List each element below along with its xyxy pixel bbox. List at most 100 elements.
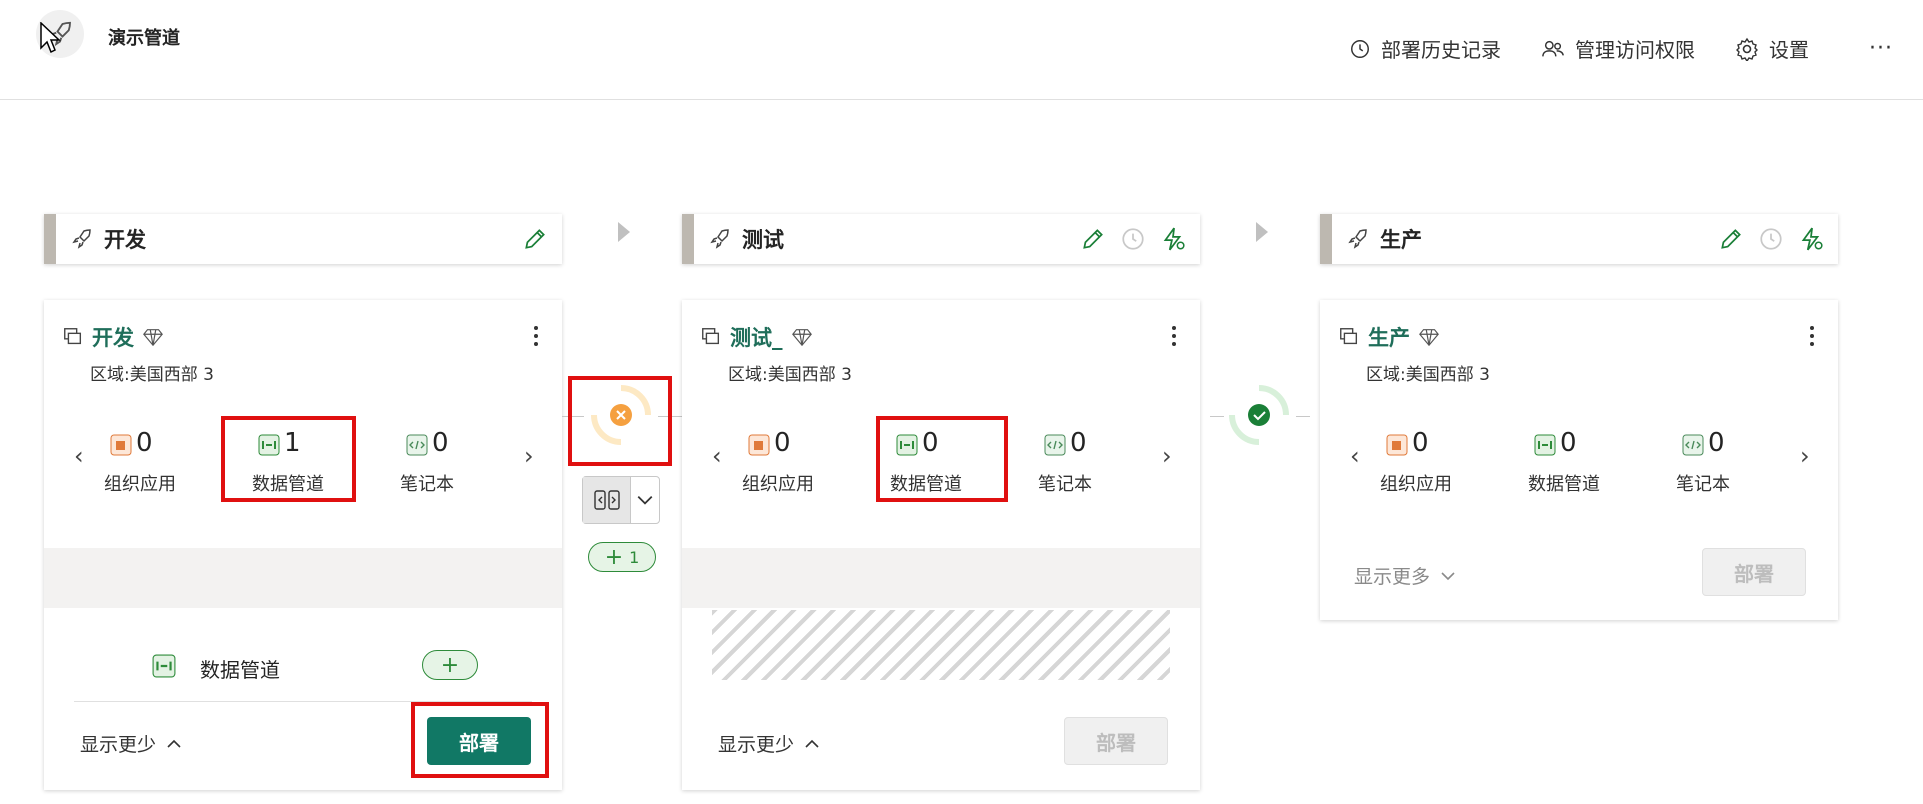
workspace-name-link[interactable]: 测试_ (730, 322, 783, 352)
data-pipeline-icon (1534, 434, 1556, 456)
chevron-up-icon (167, 739, 181, 748)
chevron-left-icon[interactable]: ‹ (712, 442, 722, 470)
deploy-status-success-icon (1229, 385, 1289, 445)
deploy-button[interactable]: 部署 (1702, 548, 1806, 596)
empty-placeholder (712, 610, 1170, 680)
gray-band (682, 548, 1200, 608)
highlight-box (221, 416, 356, 502)
people-icon (1542, 40, 1564, 56)
stage-card-prod: 生产 区域:美国西部 3 ‹ 0 组织应用 0 数据管道 0 笔记本 › 显示更… (1320, 300, 1838, 620)
notebook-icon (1044, 434, 1066, 456)
stage-name: 开发 (104, 228, 146, 252)
count-label: 组织应用 (742, 474, 814, 495)
count-value: 0 (774, 428, 791, 458)
show-more-toggle[interactable]: 显示更多 (1354, 562, 1456, 589)
org-app-icon (1386, 434, 1408, 456)
region-label: 区域:美国西部 3 (90, 365, 214, 385)
workspace-icon (1340, 328, 1358, 345)
workspace-name-link[interactable]: 生产 (1368, 322, 1410, 352)
workspace-name-link[interactable]: 开发 (92, 322, 134, 352)
notebook-icon (406, 434, 428, 456)
chevron-down-icon (637, 495, 653, 505)
settings-label: 设置 (1769, 38, 1810, 62)
added-item-badge: + (422, 650, 478, 680)
gray-band (44, 548, 562, 608)
data-pipeline-icon (152, 654, 176, 678)
count-label: 笔记本 (1038, 474, 1092, 495)
chevron-down-icon (1441, 571, 1455, 580)
connector-line (1210, 416, 1224, 417)
rocket-icon (710, 229, 729, 249)
plus-icon: + (604, 544, 624, 570)
workspace-icon (64, 328, 82, 345)
gear-icon (1736, 37, 1759, 61)
manage-access-button[interactable]: 管理访问权限 (1541, 34, 1695, 63)
toggle-label: 显示更少 (718, 734, 795, 756)
deployment-rules-icon[interactable] (1798, 226, 1824, 252)
highlight-box (876, 416, 1008, 502)
connector-line (1296, 416, 1310, 417)
card-more-options-button[interactable] (534, 326, 538, 350)
stage-name: 测试 (742, 228, 784, 252)
card-more-options-button[interactable] (1172, 326, 1176, 350)
deployment-rules-icon[interactable] (1160, 226, 1186, 252)
mouse-cursor-icon (40, 22, 61, 54)
highlight-box (411, 702, 549, 778)
stage-header-dev: 开发 (44, 214, 562, 264)
premium-diamond-icon (1419, 329, 1439, 347)
toggle-label: 显示更多 (1354, 566, 1431, 588)
count-value: 0 (1560, 428, 1577, 458)
count-label: 数据管道 (1528, 474, 1600, 495)
chevron-right-icon[interactable]: › (524, 442, 534, 470)
edit-pencil-icon[interactable] (1080, 226, 1106, 252)
compare-button[interactable] (582, 476, 660, 524)
manage-access-label: 管理访问权限 (1575, 38, 1696, 62)
compare-icon (593, 490, 620, 510)
top-bar: 演示管道 部署历史记录 管理访问权限 设置 ··· (0, 0, 1923, 100)
history-icon[interactable] (1120, 226, 1146, 252)
deployment-history-button[interactable]: 部署历史记录 (1349, 34, 1501, 63)
page-title: 演示管道 (108, 28, 180, 49)
notebook-icon (1682, 434, 1704, 456)
history-icon[interactable] (1758, 226, 1784, 252)
premium-diamond-icon (791, 329, 812, 347)
workspace-icon (702, 328, 720, 345)
chevron-left-icon[interactable]: ‹ (1350, 442, 1360, 470)
deployment-history-label: 部署历史记录 (1381, 38, 1502, 62)
diff-count-badge[interactable]: + 1 (588, 542, 656, 572)
count-value: 0 (1708, 428, 1725, 458)
stage-arrow-icon (618, 222, 630, 242)
count-label: 组织应用 (1380, 474, 1452, 495)
more-options-button[interactable]: ··· (1869, 36, 1893, 61)
deploy-button[interactable]: 部署 (1064, 717, 1168, 765)
settings-button[interactable]: 设置 (1735, 34, 1809, 63)
chevron-right-icon[interactable]: › (1162, 442, 1172, 470)
show-less-toggle[interactable]: 显示更少 (718, 730, 820, 757)
card-more-options-button[interactable] (1810, 326, 1814, 350)
rocket-icon (1348, 229, 1367, 249)
count-label: 笔记本 (1676, 474, 1730, 495)
stage-card-dev: 开发 区域:美国西部 3 ‹ 0 组织应用 1 数据管道 0 笔记本 › 数据管… (44, 300, 562, 790)
edit-pencil-icon[interactable] (522, 226, 548, 252)
history-icon (1351, 39, 1369, 58)
premium-diamond-icon (143, 329, 163, 347)
chevron-left-icon[interactable]: ‹ (74, 442, 84, 470)
count-value: 0 (432, 428, 449, 458)
highlight-box (568, 376, 672, 466)
chevron-up-icon (805, 739, 819, 748)
region-label: 区域:美国西部 3 (1366, 365, 1490, 385)
list-item[interactable]: 数据管道 + (44, 630, 562, 702)
edit-pencil-icon[interactable] (1718, 226, 1744, 252)
stage-header-prod: 生产 (1320, 214, 1838, 264)
org-app-icon (110, 434, 132, 456)
region-label: 区域:美国西部 3 (728, 365, 852, 385)
chevron-right-icon[interactable]: › (1800, 442, 1810, 470)
item-label: 数据管道 (200, 658, 280, 682)
count-value: 0 (1412, 428, 1429, 458)
count-label: 组织应用 (104, 474, 176, 495)
stage-card-test: 测试_ 区域:美国西部 3 ‹ 0 组织应用 0 数据管道 0 笔记本 › 显示… (682, 300, 1200, 790)
show-less-toggle[interactable]: 显示更少 (80, 730, 182, 757)
count-label: 笔记本 (400, 474, 454, 495)
org-app-icon (748, 434, 770, 456)
stage-header-test: 测试 (682, 214, 1200, 264)
